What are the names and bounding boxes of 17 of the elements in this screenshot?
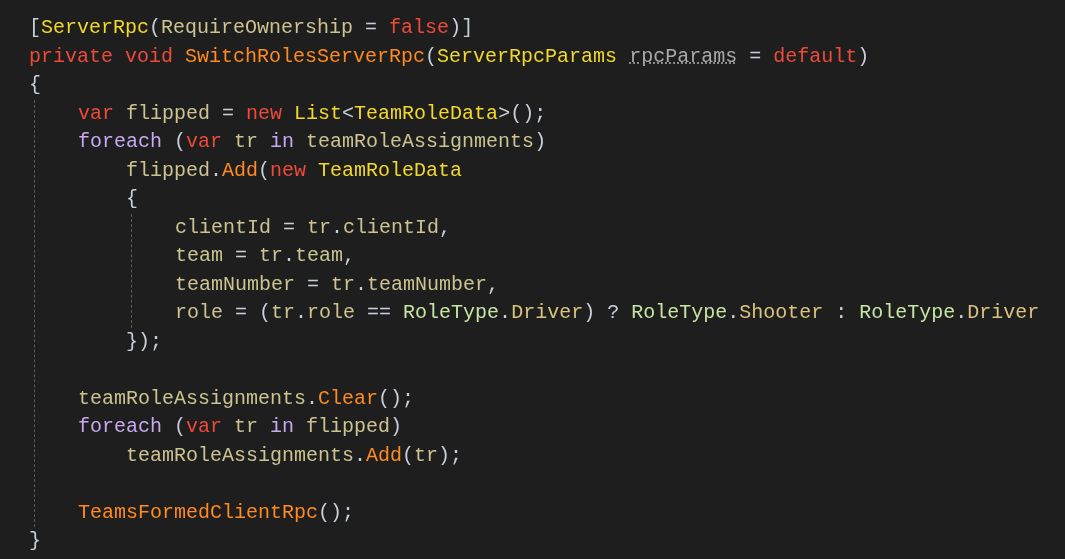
code-line: teamRoleAssignments.Add(tr); bbox=[126, 442, 463, 469]
code-line: } bbox=[29, 528, 41, 554]
code-line: teamRoleAssignments.Clear(); bbox=[78, 385, 415, 412]
code-line: { bbox=[29, 72, 41, 98]
code-line: clientId = tr.clientId, bbox=[175, 214, 452, 241]
code-line: team = tr.team, bbox=[175, 243, 356, 269]
code-line: role = (tr.role == RoleType.Driver) ? RoleType.Shooter : RoleType.Driver bbox=[175, 300, 1040, 326]
code-line: private void SwitchRolesServerRpc(ServerRpcParams rpcParams = default) bbox=[29, 43, 870, 70]
code-line: { bbox=[126, 186, 138, 212]
code-line: foreach (var tr in flipped) bbox=[78, 414, 403, 440]
code-line: TeamsFormedClientRpc(); bbox=[78, 499, 355, 526]
code-line: teamNumber = tr.teamNumber, bbox=[175, 271, 500, 298]
code-line: [ServerRpc(RequireOwnership = false)] bbox=[29, 15, 474, 41]
code-line: var flipped = new List<TeamRoleData>(); bbox=[78, 100, 547, 127]
code-line: foreach (var tr in teamRoleAssignments) bbox=[78, 129, 547, 155]
code-line: }); bbox=[126, 328, 162, 355]
code-line: flipped.Add(new TeamRoleData bbox=[126, 157, 463, 184]
